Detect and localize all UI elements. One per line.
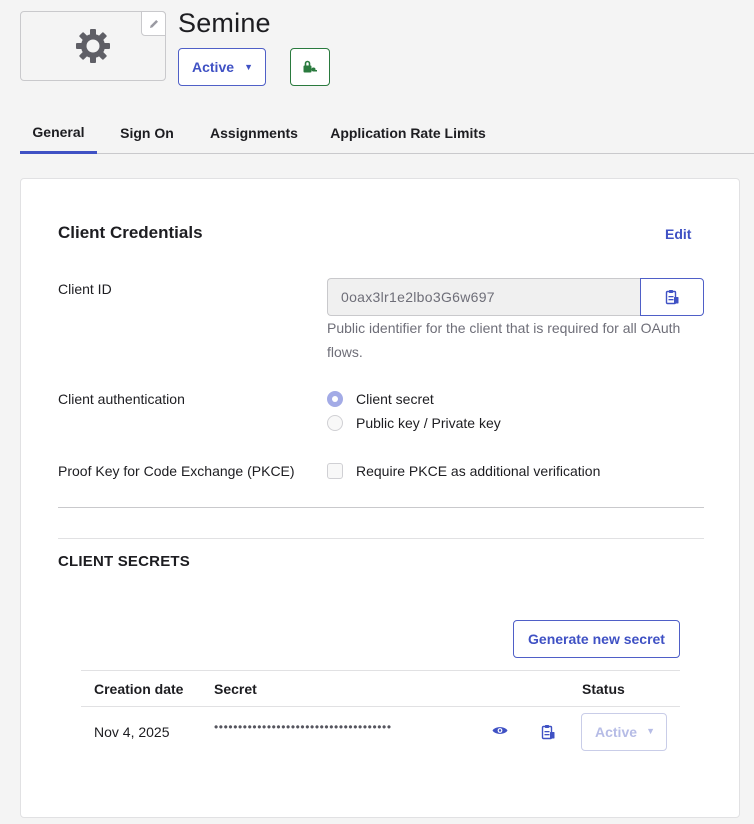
- client-id-label: Client ID: [58, 281, 112, 297]
- client-secrets-title: CLIENT SECRETS: [58, 553, 190, 570]
- radio-label: Public key / Private key: [356, 415, 501, 431]
- column-header-status: Status: [582, 681, 625, 697]
- tab-bar: General Sign On Assignments Application …: [20, 112, 754, 154]
- app-logo: [20, 11, 166, 81]
- generate-new-secret-button[interactable]: Generate new secret: [513, 620, 680, 658]
- secret-status-label: Active: [595, 724, 638, 740]
- page-title: Semine: [178, 8, 271, 38]
- masked-secret: •••••••••••••••••••••••••••••••••••••: [214, 720, 392, 734]
- radio-label: Client secret: [356, 391, 434, 407]
- pkce-checkbox-row[interactable]: Require PKCE as additional verification: [327, 461, 600, 481]
- radio-client-secret[interactable]: Client secret: [327, 389, 434, 409]
- clipboard-copy-icon[interactable]: [541, 724, 555, 740]
- client-id-field[interactable]: 0oax3lr1e2lbo3G6w697: [327, 278, 641, 316]
- radio-public-private-key[interactable]: Public key / Private key: [327, 413, 501, 433]
- chevron-down-icon: ▼: [244, 62, 253, 72]
- tab-general[interactable]: General: [20, 112, 97, 154]
- edit-logo-button[interactable]: [141, 11, 166, 36]
- edit-credentials-button[interactable]: Edit: [665, 226, 691, 242]
- creation-date-cell: Nov 4, 2025: [94, 724, 170, 740]
- column-header-secret: Secret: [214, 681, 257, 697]
- gear-icon: [76, 29, 110, 63]
- eye-icon[interactable]: [492, 725, 508, 736]
- push-status-button[interactable]: [290, 48, 330, 86]
- client-auth-label: Client authentication: [58, 391, 185, 407]
- divider: [58, 507, 704, 508]
- radio-button[interactable]: [327, 391, 343, 407]
- chevron-down-icon: ▼: [646, 726, 655, 736]
- pkce-label: Proof Key for Code Exchange (PKCE): [58, 463, 295, 479]
- tab-application-rate-limits[interactable]: Application Rate Limits: [326, 112, 490, 154]
- tab-assignments[interactable]: Assignments: [198, 112, 310, 154]
- divider: [58, 538, 704, 539]
- section-title: Client Credentials: [58, 223, 203, 242]
- copy-client-id-button[interactable]: [640, 278, 704, 316]
- app-status-dropdown[interactable]: Active ▼: [178, 48, 266, 86]
- secret-status-dropdown[interactable]: Active ▼: [581, 713, 667, 751]
- client-id-help: Public identifier for the client that is…: [327, 320, 681, 360]
- pencil-icon: [149, 19, 158, 28]
- client-credentials-card: Client Credentials Edit Client ID 0oax3l…: [20, 178, 740, 818]
- column-header-creation-date: Creation date: [94, 681, 184, 697]
- pkce-checkbox[interactable]: [327, 463, 343, 479]
- tab-sign-on[interactable]: Sign On: [109, 112, 185, 154]
- status-dropdown-label: Active: [192, 59, 235, 75]
- table-row: Nov 4, 2025 ••••••••••••••••••••••••••••…: [81, 707, 680, 759]
- table-header: Creation date Secret Status: [81, 670, 680, 707]
- clipboard-copy-icon: [665, 290, 679, 305]
- checkbox-label: Require PKCE as additional verification: [356, 463, 601, 479]
- green-lock-key-icon: [303, 60, 317, 73]
- radio-button[interactable]: [327, 415, 343, 431]
